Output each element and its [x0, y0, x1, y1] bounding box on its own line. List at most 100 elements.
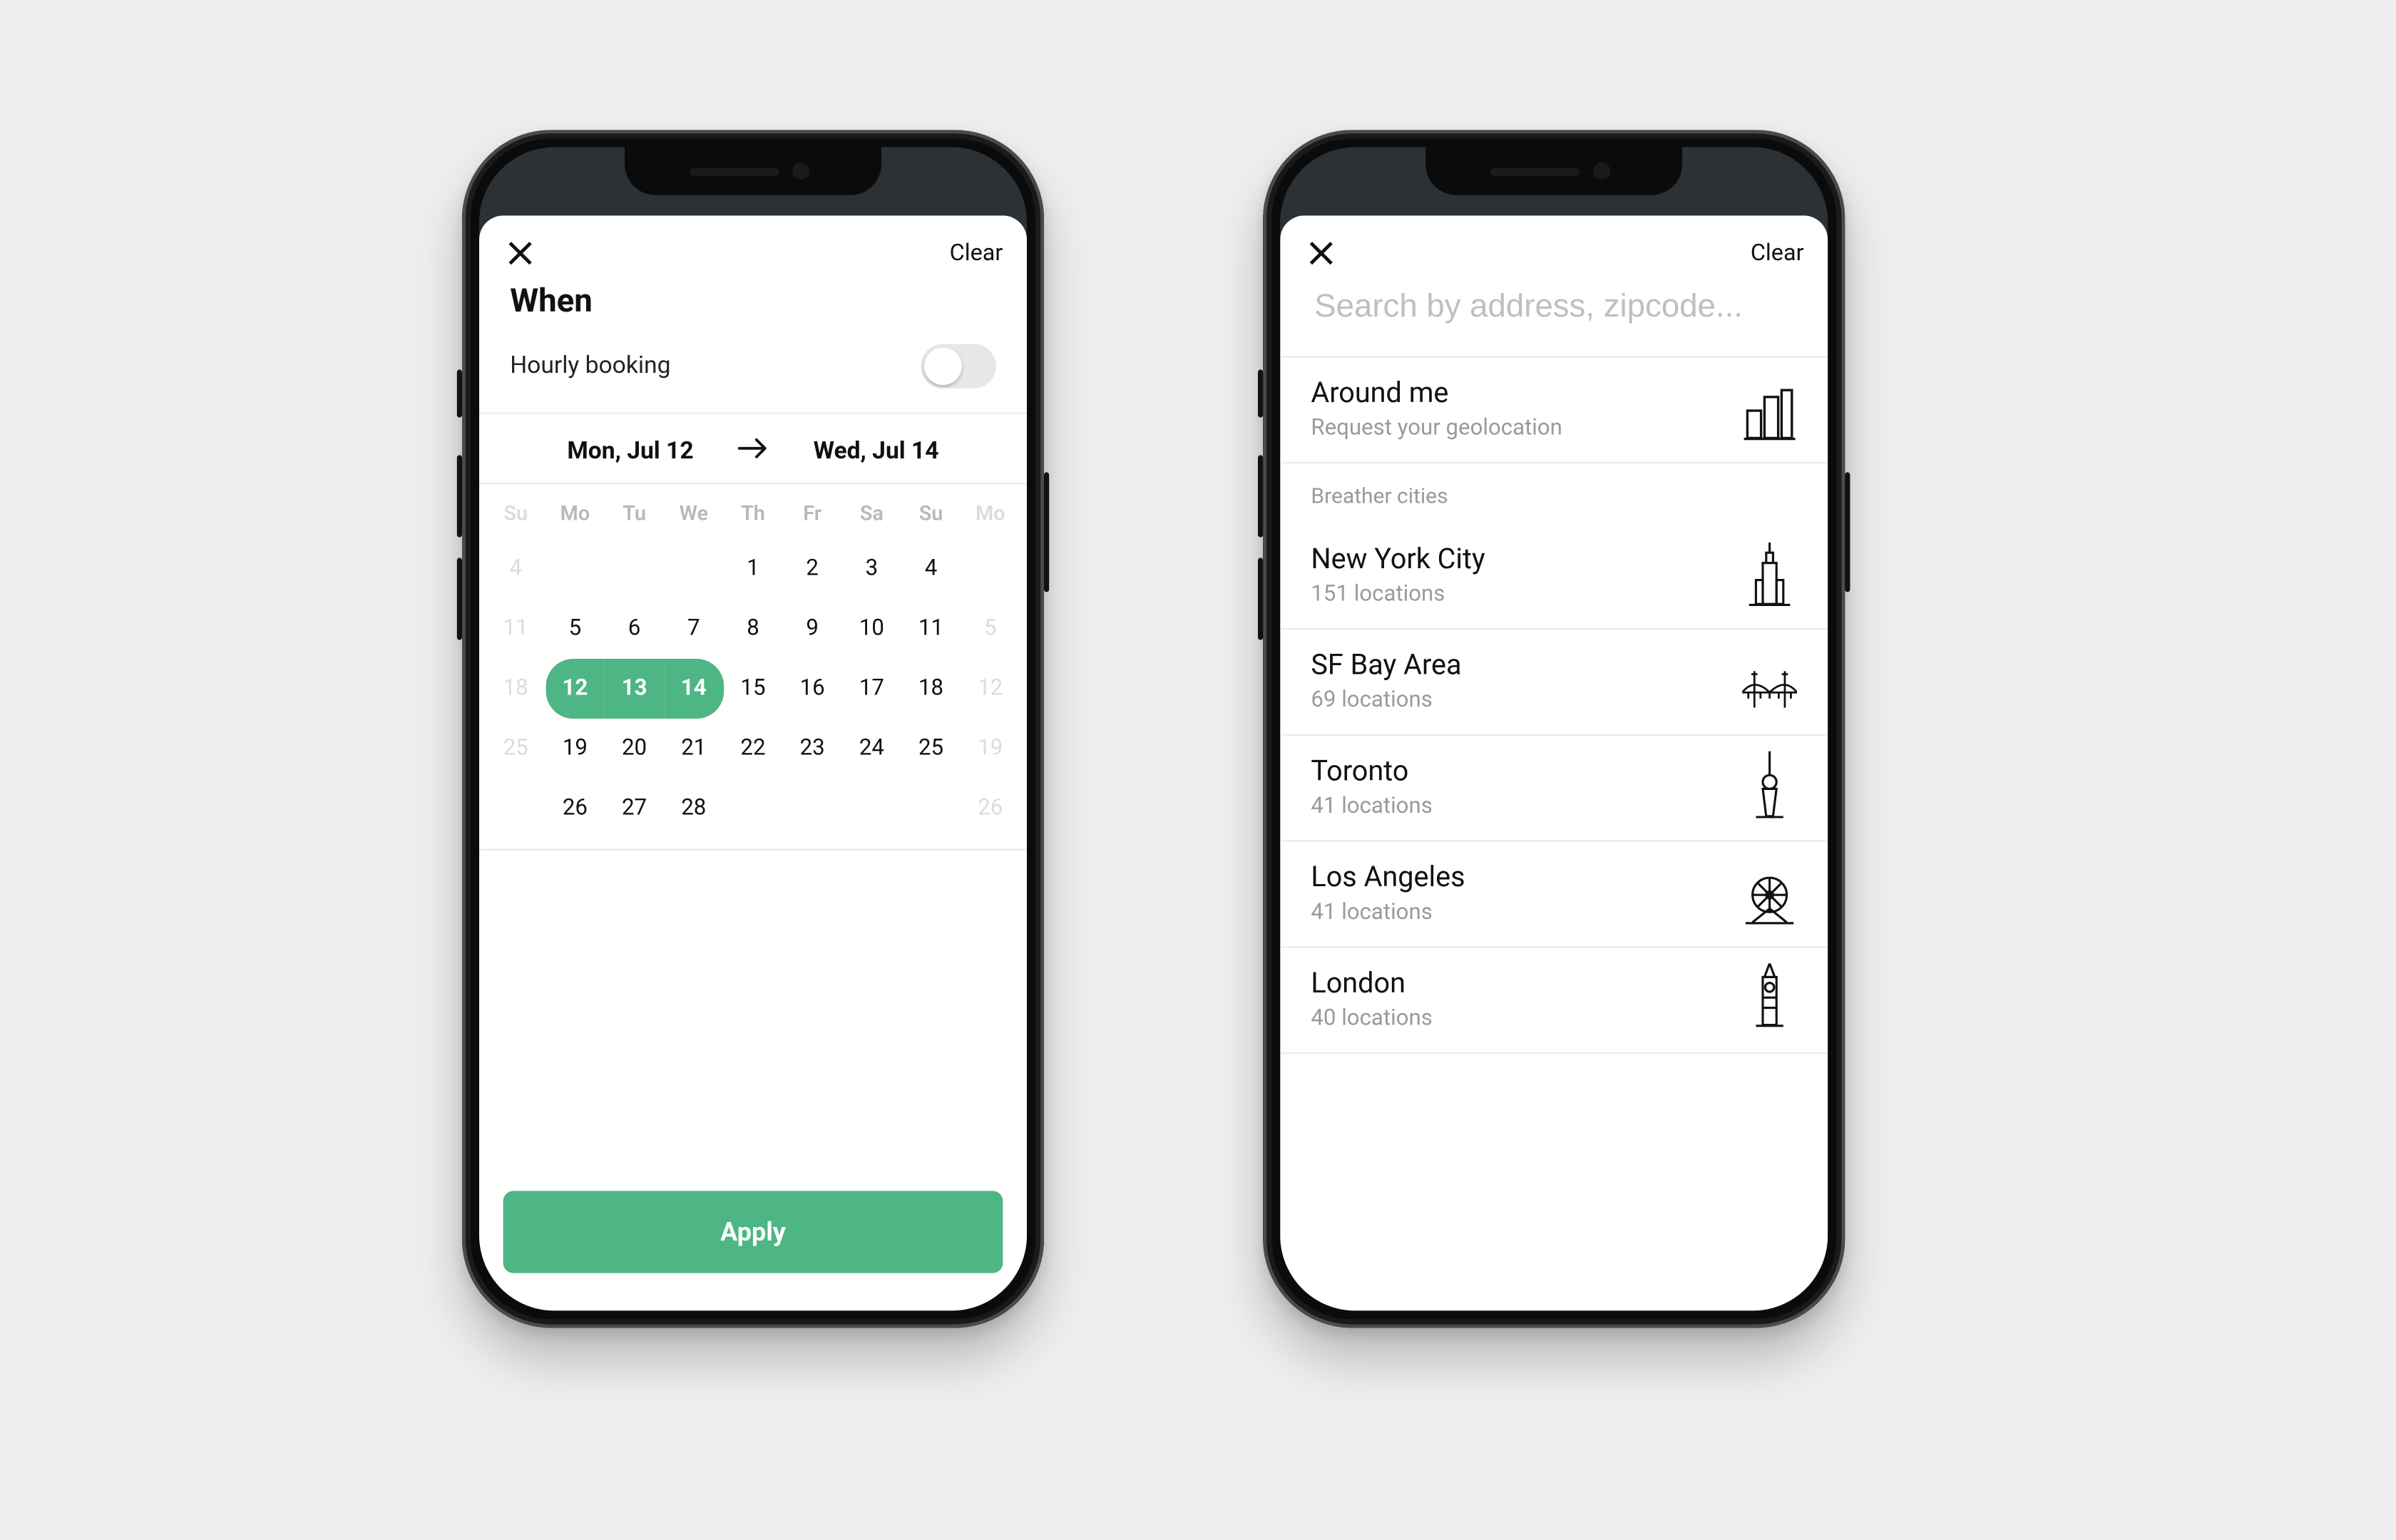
phone-side-button: [457, 369, 462, 417]
close-icon[interactable]: [503, 236, 538, 270]
calendar-day-adjacent: 4: [486, 539, 546, 599]
calendar-day[interactable]: 19: [546, 719, 605, 779]
city-item[interactable]: Toronto 41 locations: [1280, 736, 1828, 842]
calendar-day[interactable]: 14: [664, 659, 723, 719]
calendar-day[interactable]: 17: [842, 659, 901, 719]
calendar-day[interactable]: 2: [783, 539, 842, 599]
phone-side-button: [1258, 558, 1263, 640]
calendar-day[interactable]: 20: [605, 719, 664, 779]
calendar-day[interactable]: 24: [842, 719, 901, 779]
calendar-day[interactable]: 5: [546, 599, 605, 659]
section-label: Breather cities: [1280, 463, 1828, 523]
calendar-day-adjacent: 11: [486, 599, 546, 659]
around-me-item[interactable]: Around me Request your geolocation: [1280, 358, 1828, 464]
phone-side-button: [1258, 369, 1263, 417]
close-icon[interactable]: [1304, 236, 1338, 270]
mockup-canvas: Clear When Hourly booking Mon, Jul 12: [0, 0, 2396, 1540]
city-subtitle: 40 locations: [1311, 1006, 1432, 1032]
calendar-day[interactable]: 16: [783, 659, 842, 719]
weekday-label: Mo: [961, 484, 1020, 539]
city-name: London: [1311, 968, 1432, 1001]
city-icon: [1742, 545, 1797, 606]
weekday-label: Su: [901, 484, 961, 539]
city-name: New York City: [1311, 544, 1485, 577]
weekday-label: Su: [486, 484, 546, 539]
city-icon: [1742, 757, 1797, 818]
city-icon: [1742, 970, 1797, 1031]
phone-left: Clear When Hourly booking Mon, Jul 12: [462, 130, 1044, 1328]
page-title: When: [479, 281, 1027, 337]
search-input[interactable]: [1311, 287, 1803, 329]
calendar-day[interactable]: 4: [901, 539, 961, 599]
city-name: Toronto: [1311, 756, 1432, 789]
calendar-day[interactable]: 6: [605, 599, 664, 659]
phone-notch: [1425, 147, 1682, 195]
city-item[interactable]: SF Bay Area 69 locations: [1280, 630, 1828, 736]
phone-right: Clear Around me Request your geolocation: [1263, 130, 1845, 1328]
clear-button[interactable]: Clear: [950, 240, 1003, 267]
calendar-day[interactable]: 15: [723, 659, 782, 719]
calendar-day-adjacent: [486, 779, 546, 838]
weekday-label: We: [664, 484, 723, 539]
phone-notch: [625, 147, 881, 195]
calendar-grid: SuMoTuWeThFrSaSuMo4123411567891011518121…: [486, 484, 1020, 838]
phone-side-button: [1258, 455, 1263, 537]
city-subtitle: 69 locations: [1311, 688, 1461, 714]
calendar-day-adjacent: 5: [961, 599, 1020, 659]
calendar-day[interactable]: 11: [901, 599, 961, 659]
calendar-day[interactable]: 26: [546, 779, 605, 838]
city-name: Los Angeles: [1311, 863, 1465, 895]
calendar-day-adjacent: 26: [961, 779, 1020, 838]
city-item[interactable]: New York City 151 locations: [1280, 523, 1828, 630]
range-start[interactable]: Mon, Jul 12: [567, 438, 693, 465]
calendar-day[interactable]: 10: [842, 599, 901, 659]
date-range-display: Mon, Jul 12 Wed, Jul 14: [479, 414, 1027, 483]
calendar-day[interactable]: 25: [901, 719, 961, 779]
hourly-booking-label: Hourly booking: [510, 352, 670, 379]
weekday-label: Sa: [842, 484, 901, 539]
calendar-day[interactable]: 1: [723, 539, 782, 599]
phone-side-button: [1044, 472, 1049, 592]
calendar-day[interactable]: 8: [723, 599, 782, 659]
hourly-booking-toggle[interactable]: [921, 344, 996, 388]
weekday-label: Th: [723, 484, 782, 539]
when-sheet: Clear When Hourly booking Mon, Jul 12: [479, 215, 1027, 1310]
phone-screen: Clear Around me Request your geolocation: [1280, 147, 1828, 1310]
calendar-day[interactable]: 22: [723, 719, 782, 779]
city-item[interactable]: Los Angeles 41 locations: [1280, 842, 1828, 948]
calendar-day[interactable]: 21: [664, 719, 723, 779]
city-item[interactable]: London 40 locations: [1280, 948, 1828, 1054]
calendar-day[interactable]: 12: [546, 659, 605, 719]
calendar-day[interactable]: 9: [783, 599, 842, 659]
city-subtitle: 41 locations: [1311, 794, 1432, 820]
calendar-day[interactable]: 7: [664, 599, 723, 659]
calendar-day[interactable]: 18: [901, 659, 961, 719]
calendar-day[interactable]: 28: [664, 779, 723, 838]
around-me-title: Around me: [1311, 378, 1562, 411]
calendar-day-adjacent: 12: [961, 659, 1020, 719]
weekday-label: Fr: [783, 484, 842, 539]
calendar-day-adjacent: 25: [486, 719, 546, 779]
weekday-label: Tu: [605, 484, 664, 539]
calendar-day-adjacent: 19: [961, 719, 1020, 779]
calendar-day[interactable]: 13: [605, 659, 664, 719]
city-subtitle: 41 locations: [1311, 900, 1465, 925]
city-name: SF Bay Area: [1311, 650, 1461, 683]
buildings-icon: [1742, 379, 1797, 441]
city-subtitle: 151 locations: [1311, 582, 1485, 607]
phone-side-button: [457, 455, 462, 537]
location-sheet: Clear Around me Request your geolocation: [1280, 215, 1828, 1310]
city-icon: [1742, 863, 1797, 925]
calendar-day-adjacent: [961, 539, 1020, 599]
city-list: New York City 151 locations SF Bay Area 69 …: [1280, 523, 1828, 1074]
calendar-day[interactable]: 23: [783, 719, 842, 779]
clear-button[interactable]: Clear: [1751, 240, 1804, 267]
calendar-day[interactable]: 27: [605, 779, 664, 838]
around-me-subtitle: Request your geolocation: [1311, 416, 1562, 441]
apply-button[interactable]: Apply: [503, 1191, 1003, 1273]
city-icon: [1742, 651, 1797, 712]
weekday-label: Mo: [546, 484, 605, 539]
calendar-day[interactable]: 3: [842, 539, 901, 599]
phone-screen: Clear When Hourly booking Mon, Jul 12: [479, 147, 1027, 1310]
range-end[interactable]: Wed, Jul 14: [814, 438, 939, 465]
